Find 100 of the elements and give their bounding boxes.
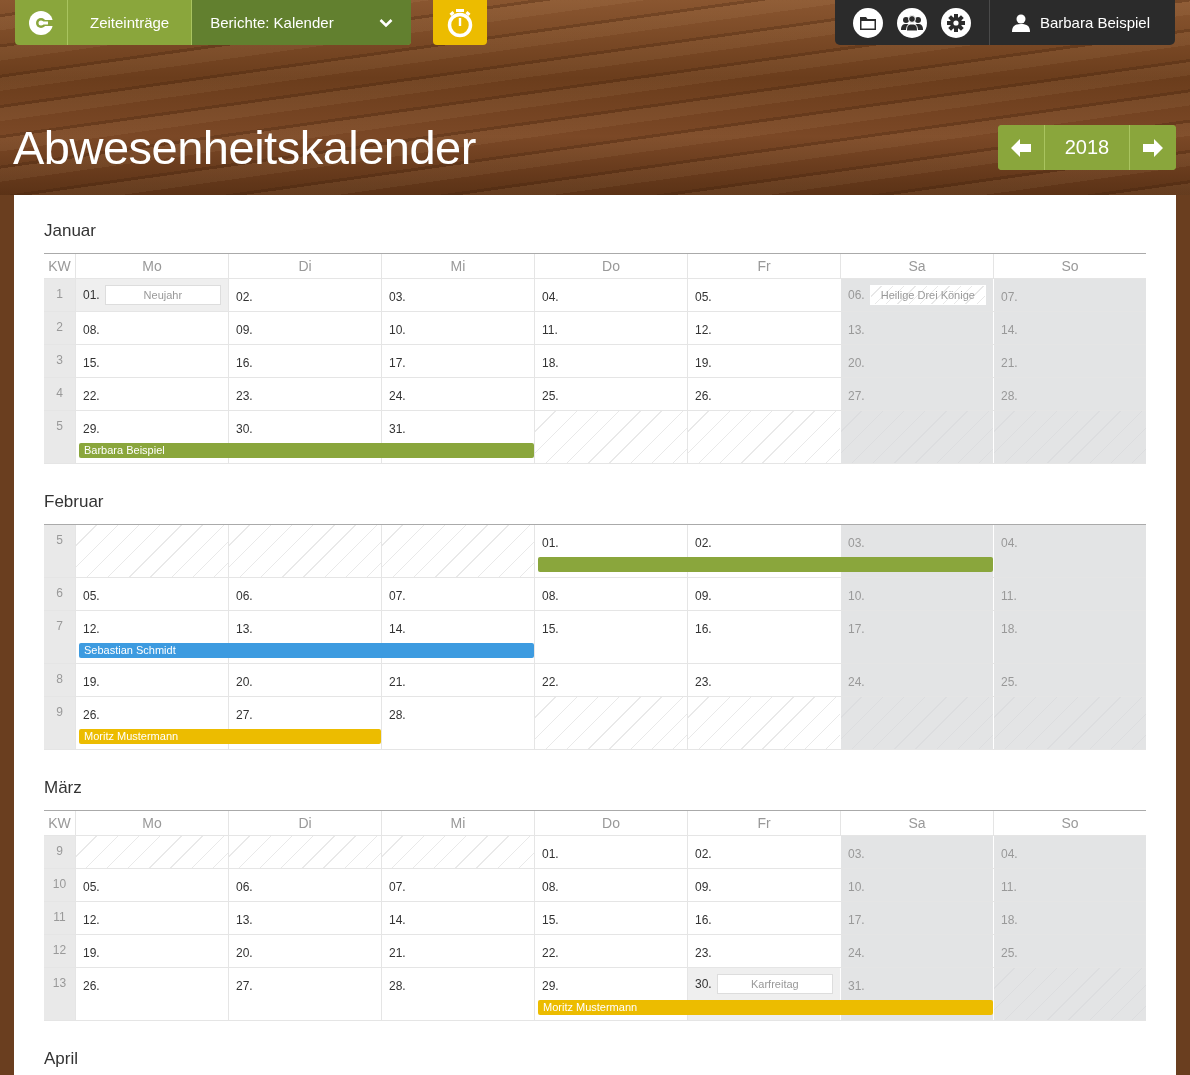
day-number: 26. [83, 707, 100, 723]
week-number: 13 [44, 968, 75, 1020]
settings-icon [946, 13, 965, 32]
day-number: 05. [695, 289, 712, 305]
column-header: Do [534, 254, 687, 278]
month-heading: April [44, 1049, 79, 1070]
day-number: 22. [83, 388, 100, 404]
chevron-down-icon [379, 17, 394, 28]
day-number: 18. [1001, 912, 1018, 928]
day-number: 31. [389, 421, 406, 437]
settings-button[interactable] [940, 7, 971, 38]
day-number: 19. [695, 355, 712, 371]
day-number: 18. [1001, 621, 1018, 637]
day-number: 25. [1001, 945, 1018, 961]
day-number: 11. [542, 322, 558, 338]
user-icon [1011, 13, 1030, 32]
day-number: 07. [389, 588, 406, 604]
day-number: 04. [542, 289, 559, 305]
week-number: 1 [44, 279, 75, 311]
day-number: 20. [236, 945, 253, 961]
day-number: 24. [848, 945, 865, 961]
day-number: 23. [695, 945, 712, 961]
week-number: 5 [44, 411, 75, 463]
week-number: 6 [44, 578, 75, 610]
day-number: 17. [389, 355, 406, 371]
day-number: 10. [848, 879, 865, 895]
folder-button[interactable] [852, 7, 883, 38]
day-number: 17. [848, 621, 865, 637]
column-header: Sa [840, 811, 993, 835]
day-number: 13. [848, 322, 865, 338]
day-number: 01. [542, 535, 559, 551]
day-number: 20. [848, 355, 865, 371]
right-arrow-icon [1143, 138, 1163, 157]
day-number: 28. [1001, 388, 1018, 404]
day-number: 19. [83, 674, 100, 690]
column-header: Mo [75, 811, 228, 835]
column-header: Mo [75, 254, 228, 278]
day-number: 06. [848, 287, 865, 303]
column-header: Di [228, 811, 381, 835]
day-number: 10. [848, 588, 865, 604]
column-header: So [993, 811, 1146, 835]
day-number: 24. [848, 674, 865, 690]
absence-bar[interactable]: Moritz Mustermann [79, 729, 381, 744]
folder-icon [859, 15, 876, 30]
day-number: 13. [236, 621, 253, 637]
day-number: 02. [695, 846, 712, 862]
week-number: 9 [44, 836, 75, 868]
absence-bar[interactable]: Barbara Beispiel [79, 443, 534, 458]
day-number: 05. [83, 879, 100, 895]
day-number: 06. [236, 879, 253, 895]
stopwatch-icon [446, 7, 475, 38]
day-number: 24. [389, 388, 406, 404]
day-number: 21. [389, 945, 406, 961]
column-header: Mi [381, 254, 534, 278]
day-number: 23. [695, 674, 712, 690]
day-number: 14. [389, 621, 406, 637]
day-number: 03. [848, 535, 865, 551]
week-number: 7 [44, 611, 75, 663]
day-number: 31. [848, 978, 865, 994]
day-number: 17. [848, 912, 865, 928]
day-number: 06. [236, 588, 253, 604]
holiday-label: Karfreitag [716, 974, 833, 994]
day-number: 10. [389, 322, 406, 338]
day-number: 08. [542, 879, 559, 895]
column-header: Fr [687, 811, 840, 835]
stopwatch-button[interactable] [433, 0, 488, 45]
report-dropdown[interactable]: Berichte: Kalender [192, 0, 412, 45]
day-number: 19. [83, 945, 100, 961]
day-number: 27. [236, 978, 253, 994]
day-number: 02. [695, 535, 712, 551]
day-number: 09. [695, 879, 712, 895]
day-number: 08. [542, 588, 559, 604]
page-title: Abwesenheitskalender [13, 120, 476, 175]
day-number: 15. [542, 621, 559, 637]
day-number: 16. [695, 912, 712, 928]
day-number: 28. [389, 707, 406, 723]
week-number: 12 [44, 935, 75, 967]
day-number: 09. [695, 588, 712, 604]
day-number: 23. [236, 388, 253, 404]
day-number: 12. [83, 621, 100, 637]
absence-bar[interactable]: Sebastian Schmidt [79, 643, 534, 658]
week-number: 3 [44, 345, 75, 377]
day-number: 11. [1001, 588, 1017, 604]
day-number: 22. [542, 674, 559, 690]
day-number: 27. [848, 388, 865, 404]
column-header: So [993, 254, 1146, 278]
left-arrow-icon [1011, 138, 1031, 157]
day-number: 15. [542, 912, 559, 928]
day-number: 08. [83, 322, 100, 338]
day-number: 21. [1001, 355, 1018, 371]
day-number: 26. [83, 978, 100, 994]
absence-bar[interactable]: Moritz Mustermann [538, 1000, 993, 1015]
day-number: 28. [389, 978, 406, 994]
team-button[interactable] [896, 7, 927, 38]
holiday-label: Heilige Drei Könige [869, 285, 986, 305]
people-icon [900, 14, 923, 31]
week-number: 5 [44, 525, 75, 577]
day-number: 20. [236, 674, 253, 690]
column-header: Mi [381, 811, 534, 835]
day-number: 01. [83, 287, 100, 303]
